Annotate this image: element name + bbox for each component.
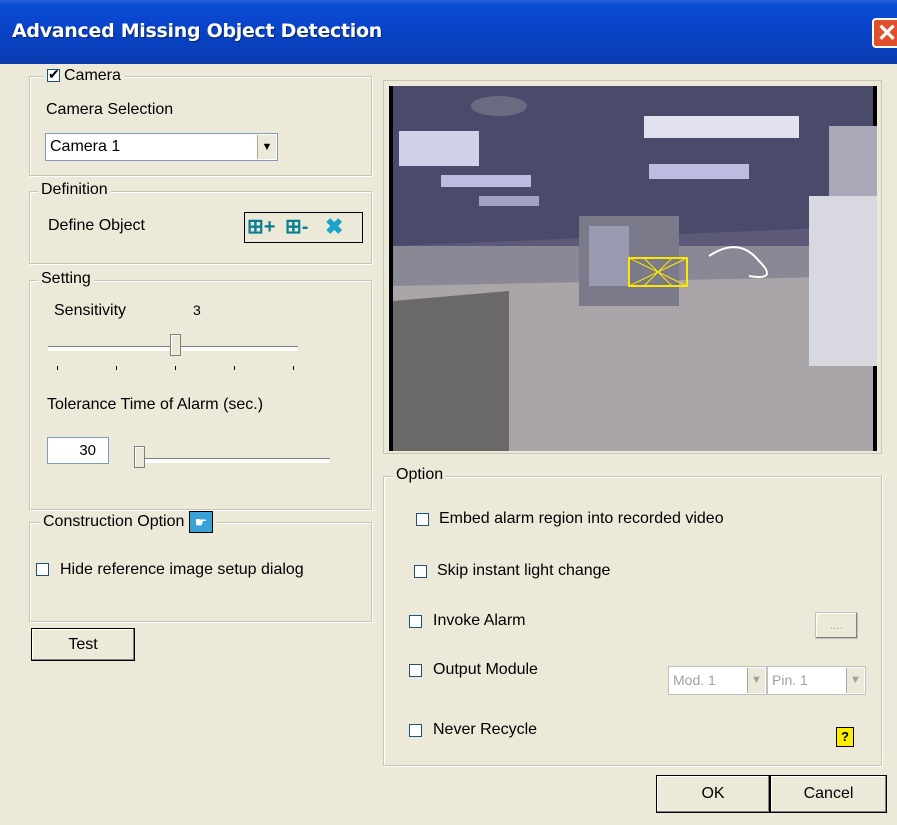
- sensitivity-tick: [116, 366, 117, 370]
- chevron-down-icon[interactable]: ▼: [846, 668, 864, 693]
- camera-checkbox[interactable]: [47, 66, 60, 83]
- window-title: Advanced Missing Object Detection: [12, 20, 382, 42]
- invoke-alarm-label: Invoke Alarm: [433, 612, 526, 629]
- sensitivity-tick: [175, 366, 176, 370]
- embed-alarm-label: Embed alarm region into recorded video: [439, 510, 724, 527]
- embed-alarm-checkbox[interactable]: [416, 513, 429, 526]
- test-button[interactable]: Test: [31, 628, 135, 661]
- pin-select-value: Pin. 1: [772, 672, 808, 688]
- clear-region-icon[interactable]: ✖: [325, 215, 355, 239]
- camera-select[interactable]: Camera 1 ▼: [45, 133, 278, 161]
- cancel-button[interactable]: Cancel: [770, 775, 887, 813]
- chevron-down-icon[interactable]: ▼: [257, 135, 276, 159]
- option-legend: Option: [393, 466, 447, 484]
- sensitivity-value: 3: [193, 302, 201, 318]
- camera-group-legend: Camera: [44, 66, 124, 87]
- camera-label: Camera: [64, 67, 121, 84]
- invoke-alarm-checkbox[interactable]: [409, 615, 422, 628]
- hide-reference-label: Hide reference image setup dialog: [60, 561, 304, 578]
- tolerance-label: Tolerance Time of Alarm (sec.): [47, 396, 264, 413]
- construction-legend: Construction Option ☛: [40, 511, 216, 533]
- never-recycle-label: Never Recycle: [433, 721, 538, 738]
- never-recycle-checkbox[interactable]: [409, 724, 422, 737]
- close-button[interactable]: ✕: [872, 18, 897, 48]
- alarm-settings-button[interactable]: ....: [815, 612, 858, 639]
- skip-light-checkbox[interactable]: [414, 565, 427, 578]
- tolerance-input[interactable]: 30: [47, 437, 109, 464]
- skip-light-label: Skip instant light change: [437, 562, 611, 579]
- chevron-down-icon[interactable]: ▼: [747, 668, 765, 693]
- sensitivity-tick: [57, 366, 58, 370]
- tolerance-slider-track[interactable]: [134, 458, 330, 463]
- output-module-label: Output Module: [433, 661, 538, 678]
- pin-select[interactable]: Pin. 1 ▼: [767, 666, 866, 695]
- setting-legend: Setting: [38, 270, 94, 288]
- sensitivity-tick: [293, 366, 294, 370]
- pointing-hand-icon[interactable]: ☛: [188, 511, 213, 533]
- module-select-value: Mod. 1: [673, 672, 716, 688]
- hide-reference-checkbox[interactable]: [36, 563, 49, 576]
- help-icon[interactable]: ?: [836, 727, 854, 747]
- remove-region-icon[interactable]: ⊞-: [285, 216, 319, 238]
- ok-button[interactable]: OK: [656, 775, 770, 813]
- define-object-toolbar: ⊞+ ⊞- ✖: [244, 212, 363, 243]
- construction-label: Construction Option: [43, 513, 185, 531]
- camera-selection-label: Camera Selection: [46, 101, 174, 118]
- module-select[interactable]: Mod. 1 ▼: [668, 666, 767, 695]
- output-module-checkbox[interactable]: [409, 664, 422, 677]
- tolerance-slider-thumb[interactable]: [134, 446, 145, 468]
- camera-group: [29, 76, 372, 176]
- add-region-icon[interactable]: ⊞+: [247, 216, 281, 238]
- camera-video-preview: [389, 86, 877, 451]
- tolerance-value: 30: [79, 442, 96, 459]
- camera-select-value: Camera 1: [50, 138, 121, 155]
- sensitivity-label: Sensitivity: [54, 302, 127, 319]
- sensitivity-tick: [234, 366, 235, 370]
- camera-scene: [393, 86, 877, 451]
- sensitivity-slider-thumb[interactable]: [170, 334, 181, 356]
- define-object-label: Define Object: [48, 217, 145, 234]
- close-icon: ✕: [876, 20, 897, 47]
- definition-legend: Definition: [38, 181, 111, 199]
